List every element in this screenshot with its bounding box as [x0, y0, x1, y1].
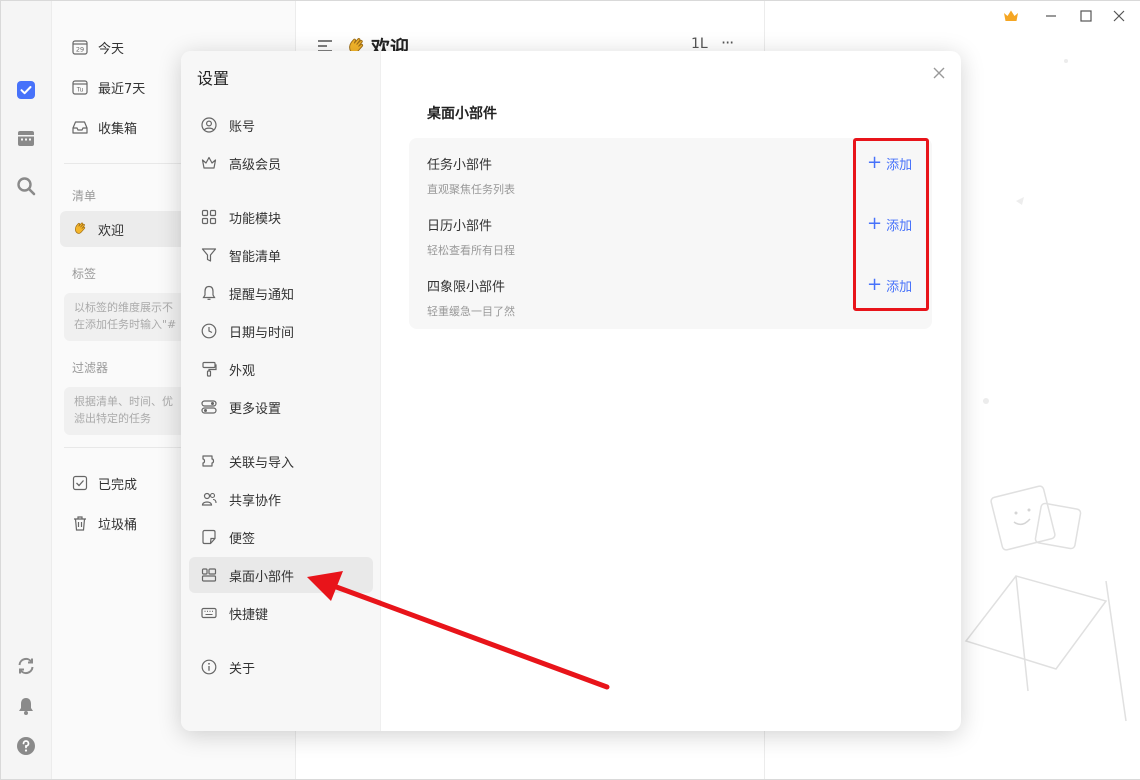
app-window: 29 今天 Tu 最近7天 收集箱 清单 欢迎 标签 以标签的维度展示不	[0, 0, 1140, 780]
annotation-arrow	[1, 1, 1140, 780]
